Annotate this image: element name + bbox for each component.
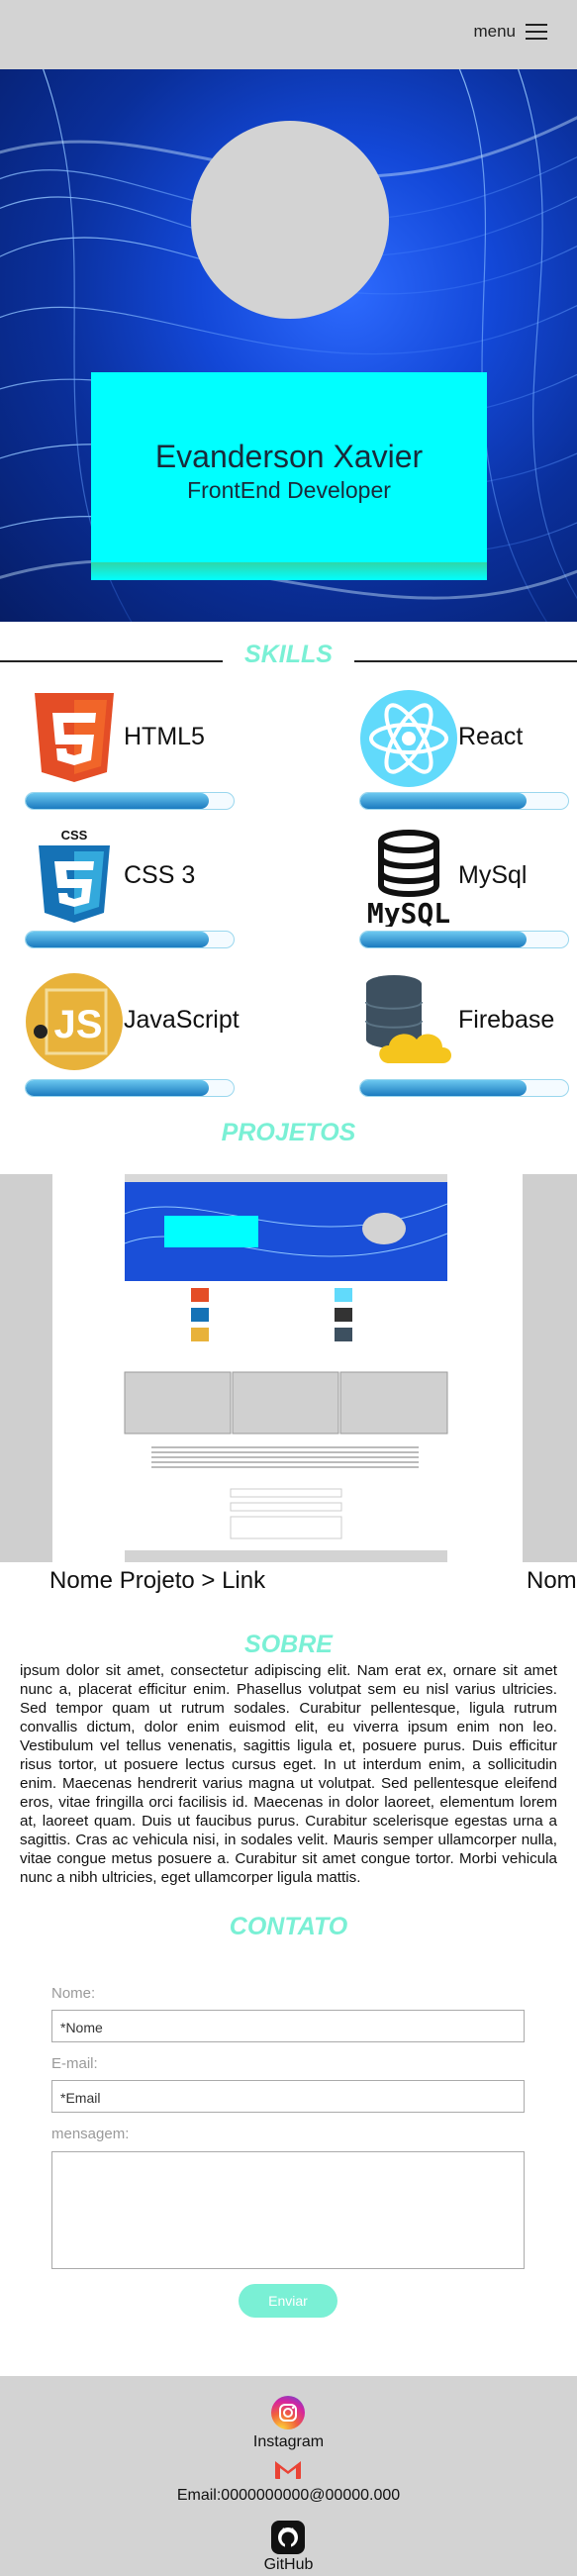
skill-javascript: JS JavaScript — [25, 972, 242, 1097]
hero-banner: Evanderson Xavier FrontEnd Developer — [0, 69, 577, 622]
contact-title: CONTATO — [229, 1913, 348, 1940]
svg-text:JS: JS — [54, 1003, 103, 1046]
instagram-link[interactable]: Instagram — [0, 2433, 577, 2451]
project-screenshot — [124, 1174, 448, 1562]
email-field[interactable]: *Email — [51, 2080, 525, 2113]
react-icon — [360, 690, 457, 787]
skill-progress-bar — [25, 931, 235, 948]
hamburger-icon — [526, 24, 547, 40]
message-field[interactable] — [51, 2151, 525, 2269]
skill-progress-bar — [25, 1079, 235, 1097]
hero-card-stripe — [91, 562, 487, 580]
skill-progress-bar — [359, 931, 569, 948]
javascript-icon: JS — [26, 973, 123, 1070]
project-link[interactable]: Nome Projeto > Link — [49, 1567, 265, 1595]
name-label: Nome: — [51, 1985, 96, 2002]
skills-title: SKILLS — [244, 641, 333, 668]
github-icon[interactable] — [271, 2521, 305, 2554]
skill-html5: HTML5 — [25, 689, 242, 810]
send-button[interactable]: Enviar — [239, 2284, 337, 2318]
message-label: mensagem: — [51, 2126, 130, 2142]
skill-react: React — [359, 689, 577, 810]
css3-icon: CSS — [39, 828, 110, 923]
project-preview-card[interactable] — [52, 1174, 523, 1562]
mysql-icon: MySQL — [367, 830, 450, 927]
hero-name: Evanderson Xavier — [154, 439, 424, 474]
hero-card: Evanderson Xavier FrontEnd Developer — [91, 372, 487, 580]
projects-carousel[interactable] — [0, 1174, 577, 1562]
project-link[interactable]: Nom — [527, 1567, 577, 1595]
skill-label: React — [458, 723, 524, 750]
email-link[interactable]: Email:0000000000@00000.000 — [0, 2487, 577, 2505]
name-field[interactable]: *Nome — [51, 2010, 525, 2042]
hero-role: FrontEnd Developer — [187, 477, 391, 503]
html5-icon — [35, 693, 114, 782]
projects-title: PROJETOS — [221, 1119, 356, 1146]
firebase-icon — [365, 975, 451, 1063]
about-text: ipsum dolor sit amet, consectetur adipis… — [20, 1662, 557, 1886]
top-bar: menu — [0, 0, 577, 69]
avatar — [191, 121, 389, 319]
skill-css3: CSS CSS 3 — [25, 828, 242, 948]
about-title: SOBRE — [244, 1631, 333, 1658]
skill-progress-bar — [359, 1079, 569, 1097]
instagram-icon[interactable] — [271, 2396, 305, 2429]
skill-label: HTML5 — [124, 723, 205, 750]
skill-label: JavaScript — [124, 1006, 240, 1034]
menu-label: menu — [473, 22, 516, 41]
divider — [354, 660, 577, 662]
gmail-icon[interactable] — [273, 2457, 303, 2481]
svg-text:MySQL: MySQL — [367, 897, 450, 927]
github-link[interactable]: GitHub — [0, 2556, 577, 2574]
skill-label: MySql — [458, 861, 528, 889]
skill-mysql: MySQL MySql — [359, 828, 577, 948]
menu-button[interactable]: menu — [473, 22, 547, 42]
skill-progress-bar — [25, 792, 235, 810]
skill-label: Firebase — [458, 1006, 555, 1034]
svg-text:CSS: CSS — [61, 828, 88, 842]
skill-progress-bar — [359, 792, 569, 810]
skill-label: CSS 3 — [124, 861, 196, 889]
email-label: E-mail: — [51, 2055, 98, 2072]
skill-firebase: Firebase — [359, 972, 577, 1097]
footer: Instagram Email:0000000000@00000.000 Git… — [0, 2376, 577, 2576]
